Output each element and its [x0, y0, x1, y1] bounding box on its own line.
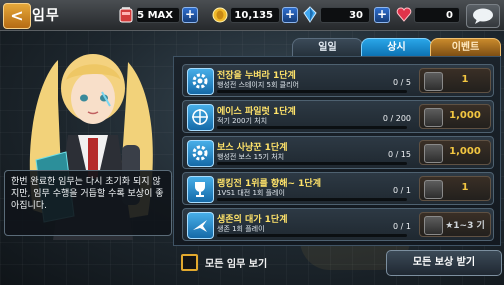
- mission-desc: 적기 200기 처치: [217, 117, 268, 125]
- mission-progress-text: 0 / 200: [382, 114, 411, 123]
- crosshair-icon: [192, 109, 208, 125]
- mission-progress-text: 0 / 5: [393, 78, 411, 87]
- chat-button[interactable]: [466, 4, 500, 28]
- mission-desc: 생존 1회 플레이: [217, 225, 265, 233]
- add-battery-button[interactable]: +: [182, 7, 198, 23]
- chat-icon: [473, 8, 493, 24]
- claim-all-button[interactable]: 모든 보상 받기: [386, 250, 502, 276]
- tab-normal[interactable]: 상시: [361, 38, 432, 57]
- mission-desc: 행성전 스테이지 5회 클리어: [217, 81, 299, 89]
- show-all-checkbox[interactable]: [181, 254, 198, 271]
- mission-icon: [187, 212, 214, 239]
- star-card-icon: [424, 216, 443, 235]
- mission-item[interactable]: 에이스 파일럿 1단계 적기 200기 처치 0 / 200 1,000: [182, 100, 494, 133]
- battery-value: 5 MAX: [136, 7, 180, 23]
- heart-icon: [396, 7, 412, 22]
- reward-value: 1,000: [449, 110, 481, 121]
- mission-icon: [187, 140, 214, 167]
- mission-progress-bar: [217, 126, 407, 129]
- tab-event[interactable]: 이벤트: [430, 38, 501, 57]
- mission-item[interactable]: 전장을 누벼라 1단계 행성전 스테이지 5회 클리어 0 / 5 1: [182, 64, 494, 97]
- info-text: 한번 완료한 임무는 다시 초기화 되지 않지만, 임무 수행을 거듭할 수록 …: [11, 177, 164, 211]
- top-bar: < 임무 5 MAX + 10,135 + 30 + 0: [0, 0, 504, 31]
- reward-value: 1: [461, 74, 469, 85]
- gold-value: 10,135: [230, 7, 280, 23]
- mission-item[interactable]: 보스 사냥꾼 1단계 행성전 보스 15기 처치 0 / 15 1,000: [182, 136, 494, 169]
- mission-icon: [187, 104, 214, 131]
- info-box: 한번 완료한 임무는 다시 초기화 되지 않지만, 임무 수행을 거듭할 수록 …: [4, 170, 172, 236]
- mission-item[interactable]: 생존의 대가 1단계 생존 1회 플레이 0 / 1 ★1~3 기: [182, 208, 494, 241]
- reward-box: ★1~3 기: [419, 212, 491, 237]
- reward-value: 1: [461, 182, 469, 193]
- reward-box: 1: [419, 176, 491, 201]
- mission-progress-text: 0 / 15: [387, 150, 411, 159]
- mission-progress-bar: [217, 234, 407, 237]
- boss-gear-icon: [192, 145, 208, 161]
- crystal-icon: [303, 6, 317, 23]
- mission-tabs: 일일 상시 이벤트: [292, 38, 501, 57]
- reward-value: 1,000: [449, 146, 481, 157]
- hearts-value: 0: [414, 7, 460, 23]
- crystal-value: 30: [320, 7, 370, 23]
- mission-desc: 행성전 보스 15기 처치: [217, 153, 285, 161]
- mission-icon: [187, 176, 214, 203]
- page-title: 임무: [32, 8, 60, 24]
- add-crystal-button[interactable]: +: [374, 7, 390, 23]
- mission-progress-text: 0 / 1: [393, 186, 411, 195]
- reward-box: 1,000: [419, 140, 491, 165]
- mission-desc: 1VS1 대전 1회 플레이: [217, 189, 285, 197]
- mission-icon: [187, 68, 214, 95]
- add-gold-button[interactable]: +: [282, 7, 298, 23]
- ticket-icon: [424, 72, 443, 91]
- gold-bar-icon: [424, 144, 443, 163]
- mission-item[interactable]: 랭킹전 1위를 향해~ 1단계 1VS1 대전 1회 플레이 0 / 1 1: [182, 172, 494, 205]
- reward-box: 1: [419, 68, 491, 93]
- ticket-icon: [424, 180, 443, 199]
- show-all-label[interactable]: 모든 임무 보기: [205, 255, 267, 270]
- tab-daily[interactable]: 일일: [292, 38, 363, 57]
- battery-icon: [119, 7, 133, 23]
- mission-progress-bar: [217, 198, 407, 201]
- mission-screen: < 임무 5 MAX + 10,135 + 30 + 0 한번 완료한 임무는 …: [0, 0, 504, 285]
- mission-list: 전장을 누벼라 1단계 행성전 스테이지 5회 클리어 0 / 5 1 에이스 …: [173, 56, 501, 246]
- fighter-jet-icon: [193, 220, 207, 232]
- trophy-icon: [195, 182, 205, 197]
- gold-bar-icon: [424, 108, 443, 127]
- back-button[interactable]: <: [3, 3, 31, 29]
- gear-icon: [192, 73, 208, 89]
- reward-value: ★1~3 기: [445, 221, 485, 231]
- reward-box: 1,000: [419, 104, 491, 129]
- coin-icon: [212, 7, 228, 23]
- mission-progress-bar: [217, 162, 407, 165]
- mission-progress-bar: [217, 90, 407, 93]
- mission-progress-text: 0 / 1: [393, 222, 411, 231]
